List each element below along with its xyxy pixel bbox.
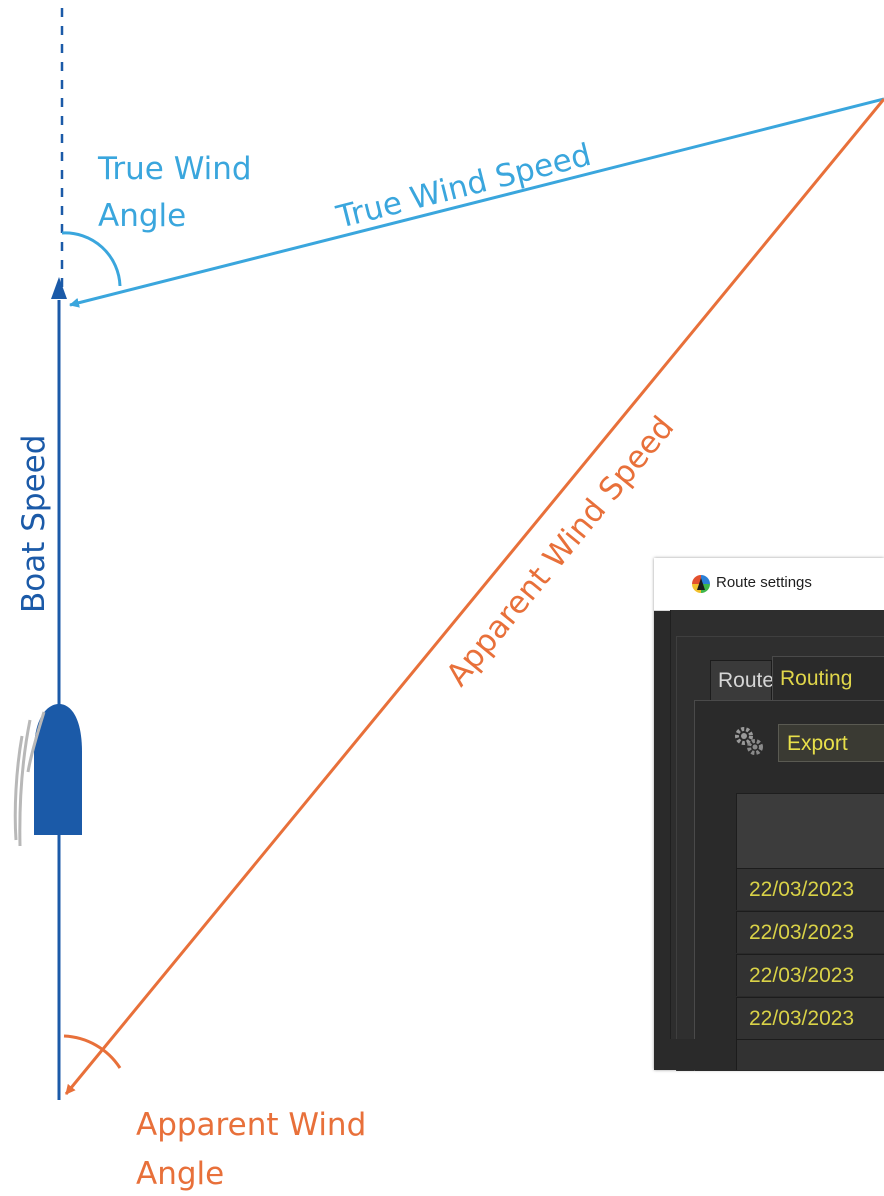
table-row[interactable]: 22/03/2023 [736, 954, 884, 996]
apparent-wind-angle-label-line2: Angle [136, 1156, 224, 1192]
table-row[interactable] [736, 1039, 884, 1070]
tab-route[interactable]: Route [710, 660, 774, 700]
table-row[interactable]: 22/03/2023 [736, 911, 884, 953]
boat-speed-arrowhead [51, 277, 67, 299]
true-wind-angle-label-line2: Angle [98, 198, 186, 234]
tab-routing[interactable]: Routing [772, 656, 884, 700]
window-title: Route settings [716, 574, 812, 591]
apparent-wind-angle-label-line1: Apparent Wind [136, 1107, 366, 1143]
row-date: 22/03/2023 [749, 921, 855, 944]
true-wind-angle-arc [61, 231, 122, 287]
boat-icon [13, 704, 82, 847]
table-row[interactable]: 22/03/2023 [736, 997, 884, 1039]
row-date: 22/03/2023 [749, 878, 855, 901]
boat-speed-label: Boat Speed [16, 435, 52, 613]
row-date: 22/03/2023 [749, 964, 855, 987]
row-date: 22/03/2023 [749, 1007, 855, 1030]
export-button[interactable]: Export [778, 724, 884, 762]
app-logo-icon [692, 575, 710, 593]
true-wind-angle-label-line1: True Wind [97, 151, 252, 187]
true-wind-speed-label: True Wind Speed [332, 137, 594, 236]
settings-gears-icon[interactable] [734, 726, 764, 756]
window-titlebar[interactable]: Route settings [654, 558, 884, 611]
true-wind-speed-vector [69, 97, 884, 308]
apparent-wind-speed-label: Apparent Wind Speed [439, 410, 681, 693]
table-row[interactable]: 22/03/2023 [736, 868, 884, 910]
table-header [736, 793, 884, 869]
